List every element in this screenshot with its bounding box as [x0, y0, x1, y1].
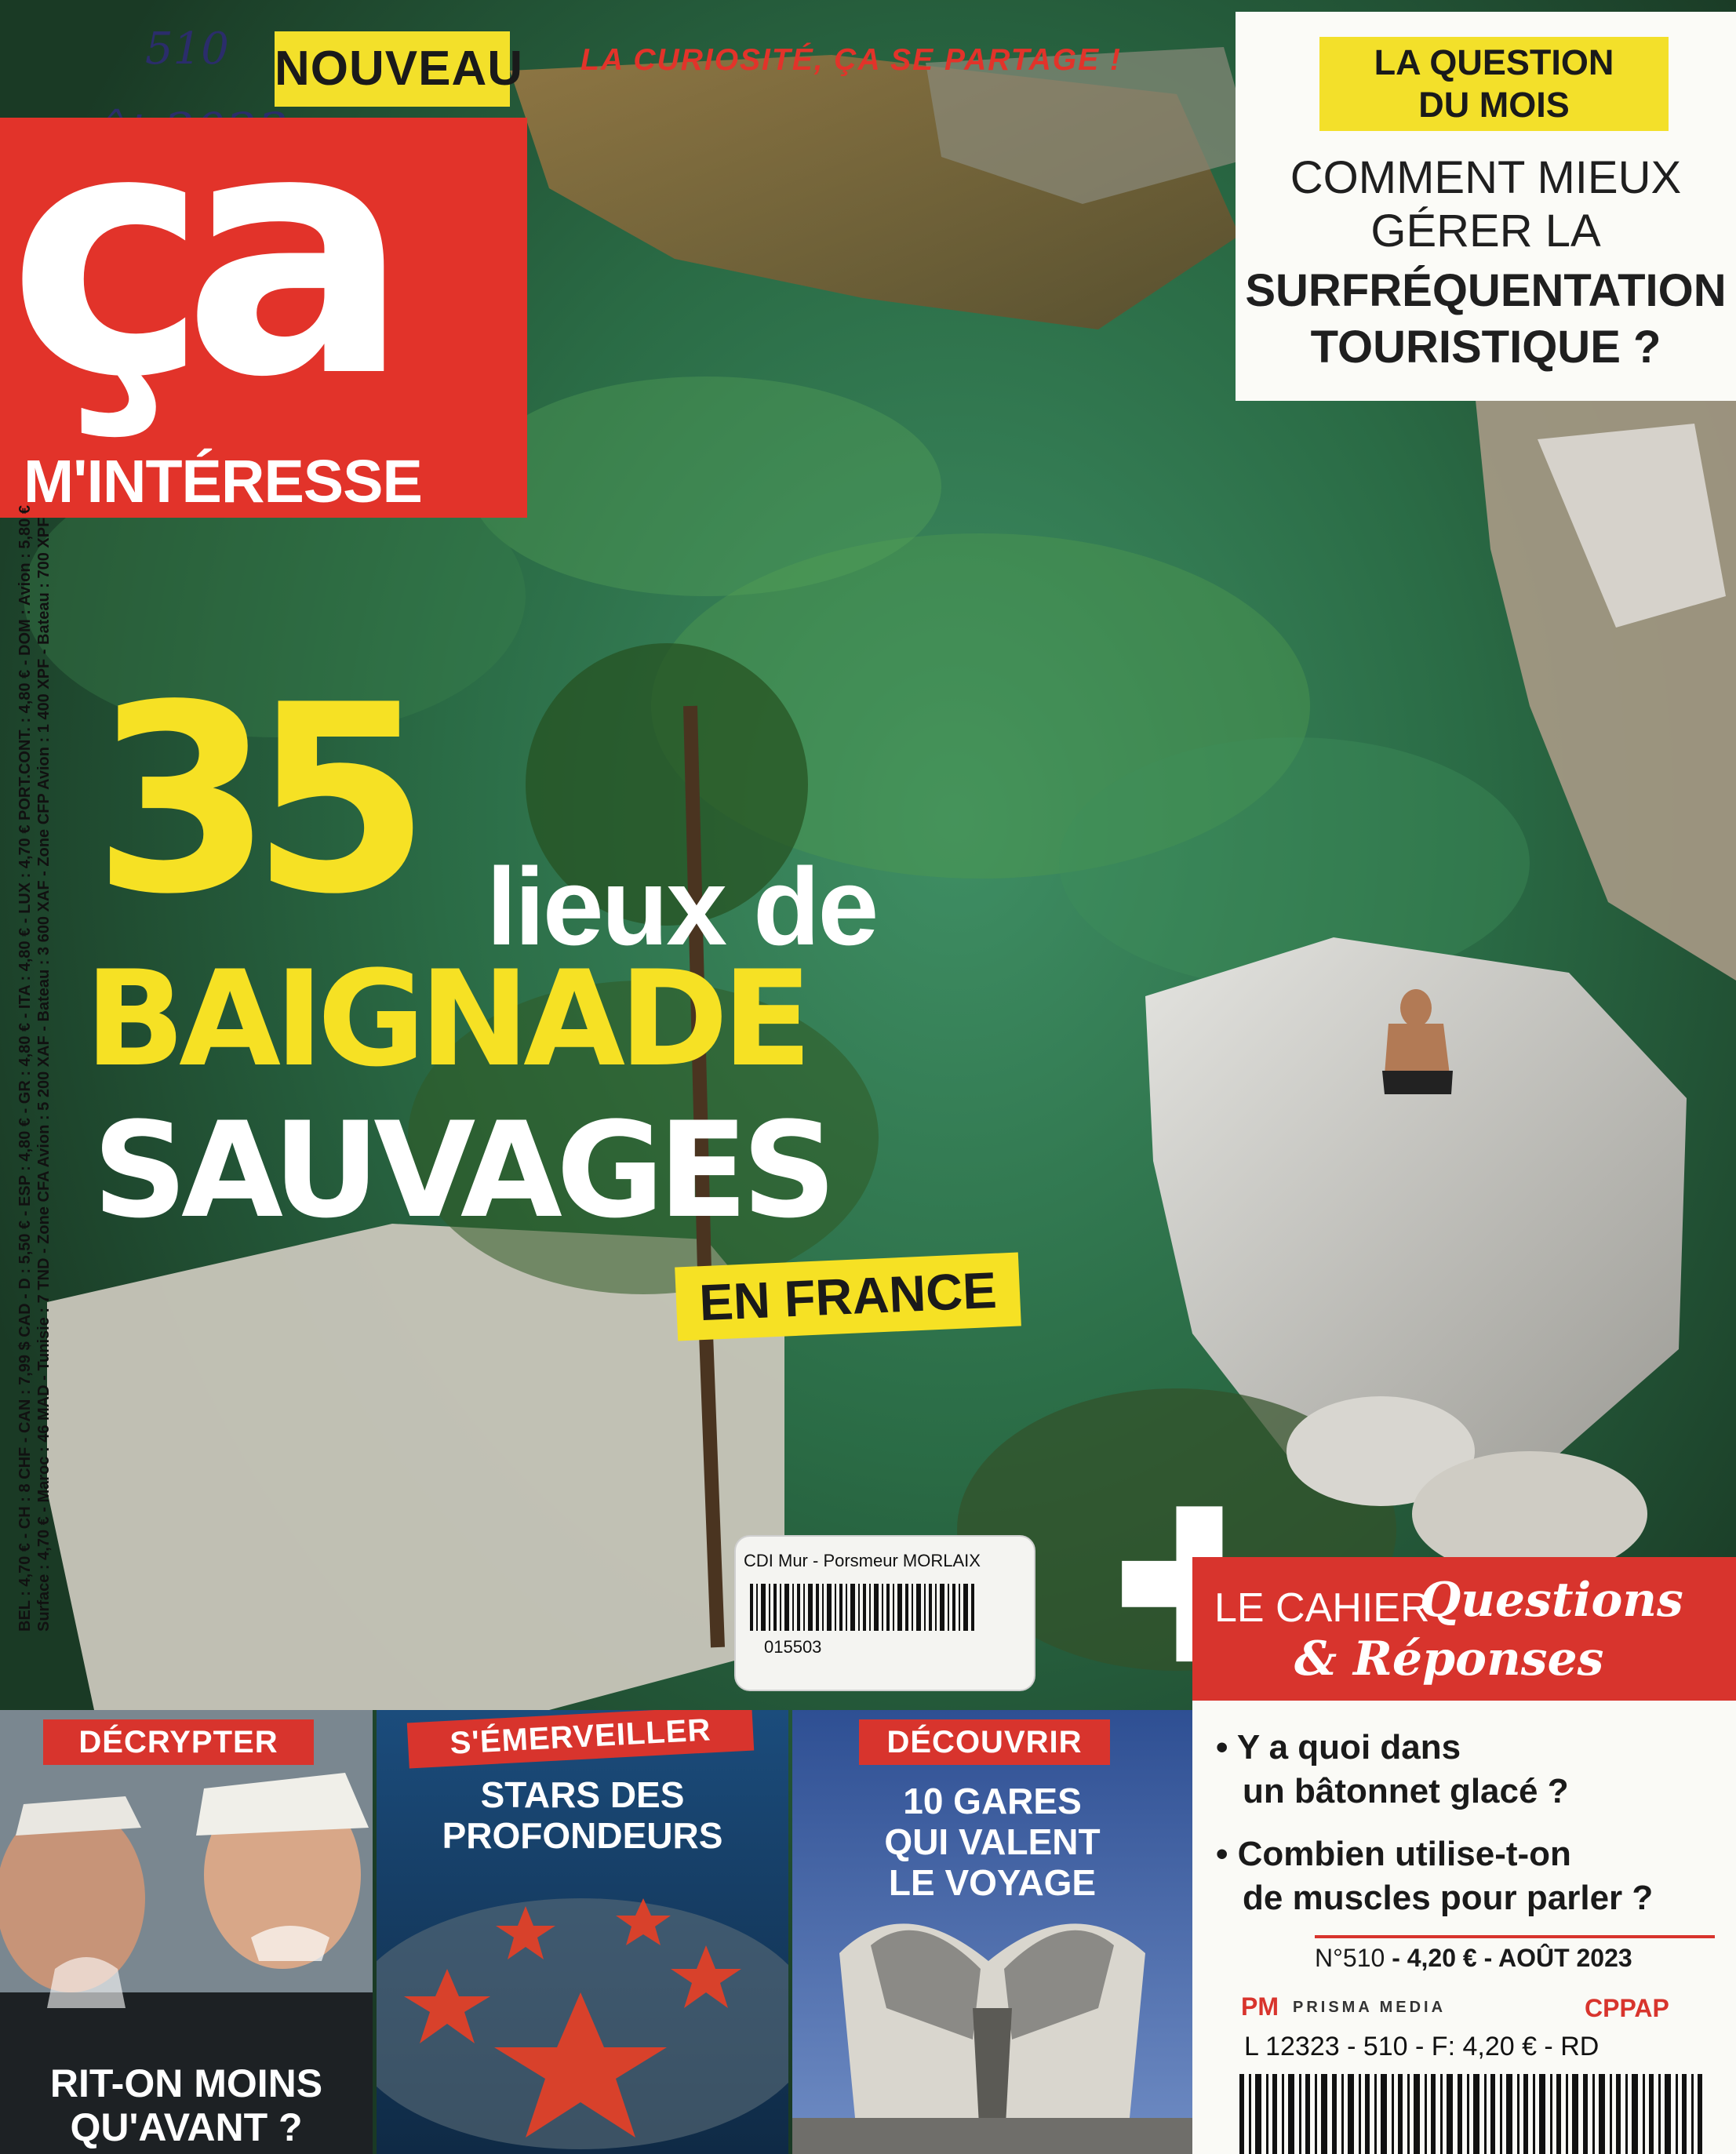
issue-info: N°510 - 4,20 € - AOÛT 2023 [1315, 1944, 1632, 1973]
panel-decrypter: DÉCRYPTER RIT-ON MOINS QU'AVANT ? [0, 1710, 373, 2154]
logo-main-text: ça [8, 59, 410, 451]
cahier-title1: Questions [1420, 1573, 1683, 1628]
logo-subtitle: M'INTÉRESSE [24, 448, 423, 515]
qa-item-2-line2: de muscles pour parler ? [1243, 1879, 1654, 1917]
panel-decouvrir-title-line3: LE VOYAGE [888, 1862, 1097, 1903]
price-spine-line1: BEL : 4,70 € - CH : 8 CHF - CAN : 7,99 $… [16, 505, 34, 1632]
headline-line2: BAIGNADE [85, 942, 812, 1096]
issue-number: N°510 [1315, 1944, 1385, 1972]
question-du-mois-label: LA QUESTION DU MOIS [1319, 37, 1669, 131]
barcode-text: L 12323 - 510 - F: 4,20 € - RD [1244, 2032, 1600, 2061]
retail-barcode [1239, 2074, 1702, 2154]
panel-decouvrir-tag: DÉCOUVRIR [859, 1719, 1110, 1765]
headline-line3: SAUVAGES [93, 1093, 837, 1247]
issue-rule [1315, 1935, 1715, 1938]
magazine-cover: 510 août 2023 NOUVEAU LA CURIOSITÉ, ÇA S… [0, 0, 1736, 2154]
cahier-title2: & Réponses [1294, 1632, 1604, 1686]
tagline: LA CURIOSITÉ, ÇA SE PARTAGE ! [580, 43, 1122, 77]
panel-emerveiller: S'ÉMERVEILLER STARS DES PROFONDEURS [377, 1710, 788, 2154]
qa-panel: • Y a quoi dans un bâtonnet glacé ? • Co… [1192, 1701, 1736, 2154]
library-name: CDI Mur - Porsmeur MORLAIX [744, 1551, 981, 1570]
cahier-banner: LE CAHIER Questions & Réponses [1192, 1557, 1736, 1701]
library-sticker: CDI Mur - Porsmeur MORLAIX 015503 [734, 1535, 1035, 1691]
issue-price-date: - 4,20 € - AOÛT 2023 [1392, 1944, 1632, 1972]
panel-decouvrir: DÉCOUVRIR 10 GARES QUI VALENT LE VOYAGE [792, 1710, 1192, 2154]
panel-decrypter-tag: DÉCRYPTER [43, 1719, 314, 1765]
panel-decouvrir-title: 10 GARES QUI VALENT LE VOYAGE [792, 1781, 1192, 1903]
panel-decrypter-title-line1: RIT-ON MOINS [49, 2061, 323, 2105]
question-line1: COMMENT MIEUX [1290, 152, 1682, 203]
qa-item-1: • Y a quoi dans un bâtonnet glacé ? [1216, 1726, 1569, 1814]
question-label-line1: LA QUESTION [1374, 42, 1614, 82]
panel-decouvrir-title-line2: QUI VALENT [884, 1821, 1101, 1862]
library-code: 015503 [764, 1637, 822, 1657]
headline-number: 35 [93, 649, 431, 951]
train-station-photo [792, 1710, 1192, 2154]
cppap-label: CPPAP [1585, 1994, 1669, 2022]
question-line2: GÉRER LA [1370, 206, 1601, 257]
panel-decouvrir-title-line1: 10 GARES [903, 1781, 1082, 1821]
publisher-logo: PM [1241, 1992, 1279, 2021]
panel-emerveiller-title-line2: PROFONDEURS [442, 1815, 723, 1856]
question-du-mois-box: LA QUESTION DU MOIS COMMENT MIEUX GÉRER … [1236, 12, 1736, 401]
magazine-logo: ça M'INTÉRESSE [0, 86, 527, 518]
library-barcode [750, 1584, 974, 1631]
question-line4: TOURISTIQUE ? [1310, 322, 1661, 373]
price-spine-line2: Surface : 4,70 € - Maroc : 46 MAD - Tuni… [35, 517, 53, 1632]
panel-emerveiller-title: STARS DES PROFONDEURS [377, 1774, 788, 1856]
panel-emerveiller-title-line1: STARS DES [480, 1774, 685, 1815]
qa-item-2-line1: • Combien utilise-t-on [1216, 1835, 1571, 1873]
price-spine: BEL : 4,70 € - CH : 8 CHF - CAN : 7,99 $… [16, 505, 53, 1632]
headline-tag: EN FRANCE [675, 1252, 1021, 1341]
question-label-line2: DU MOIS [1418, 85, 1570, 125]
publisher-name: PRISMA MEDIA [1293, 1999, 1447, 2016]
cahier-prefix: LE CAHIER [1214, 1585, 1430, 1631]
qa-item-2: • Combien utilise-t-on de muscles pour p… [1216, 1832, 1653, 1920]
qa-item-1-line2: un bâtonnet glacé ? [1243, 1772, 1569, 1810]
qa-item-1-line1: • Y a quoi dans [1216, 1728, 1461, 1766]
panel-decrypter-title-line2: QU'AVANT ? [70, 2105, 303, 2149]
panel-decrypter-title: RIT-ON MOINS QU'AVANT ? [0, 2061, 373, 2149]
question-line3: SURFRÉQUENTATION [1245, 265, 1727, 316]
